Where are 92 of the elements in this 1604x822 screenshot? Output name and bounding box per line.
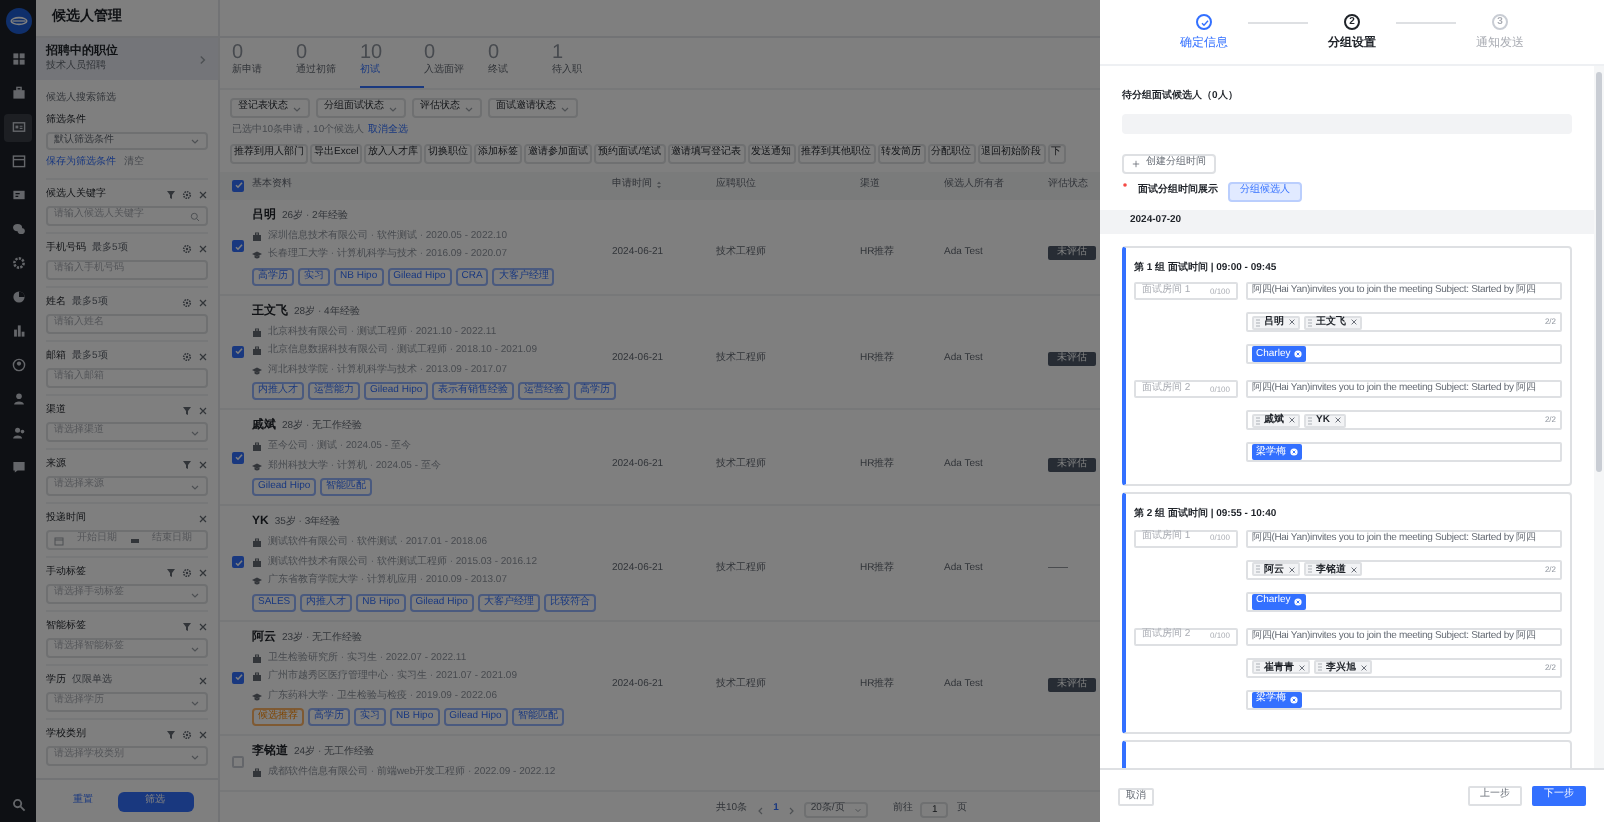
- filter-icon[interactable]: [182, 459, 192, 469]
- user-circle-icon: [11, 358, 25, 372]
- checkmark-icon: [233, 672, 243, 683]
- close-icon[interactable]: [198, 351, 208, 361]
- chevron-down-icon: [464, 103, 474, 113]
- settings-icon[interactable]: [182, 729, 192, 739]
- chevron-down-icon: [190, 589, 200, 599]
- close-icon[interactable]: [1298, 663, 1306, 671]
- close-icon[interactable]: [198, 567, 208, 577]
- graduation-cap-icon: [252, 691, 262, 702]
- card-icon: [11, 188, 25, 202]
- checkbox[interactable]: [232, 756, 244, 769]
- close-icon[interactable]: [198, 513, 208, 523]
- filter-icon[interactable]: [166, 729, 176, 739]
- checkmark-icon: [233, 241, 243, 251]
- sort-icon[interactable]: [654, 180, 664, 190]
- remove-icon[interactable]: [1294, 350, 1303, 358]
- chevron-down-icon: [560, 103, 570, 113]
- pie-chart-icon: [11, 290, 25, 304]
- bar-chart-icon: [11, 324, 25, 338]
- plus-icon: [1132, 159, 1140, 167]
- chevron-left-icon[interactable]: [755, 805, 766, 815]
- chevron-down-icon: [190, 643, 200, 653]
- chevron-down-icon: [190, 136, 200, 146]
- building-icon: [252, 557, 262, 568]
- search-icon: [190, 211, 200, 221]
- filter-icon[interactable]: [182, 621, 192, 631]
- message-icon: [11, 460, 25, 474]
- building-icon: [252, 442, 262, 453]
- building-icon: [252, 327, 262, 338]
- gear-icon: [11, 256, 25, 270]
- chevron-right-icon: [196, 53, 208, 65]
- id-card-icon: [11, 120, 25, 134]
- calendar-icon: [54, 535, 64, 545]
- required-marker-icon: [1122, 181, 1128, 187]
- chevron-down-icon: [190, 751, 200, 761]
- close-icon[interactable]: [1288, 565, 1296, 573]
- close-icon[interactable]: [1288, 416, 1296, 424]
- filter-icon[interactable]: [166, 189, 176, 199]
- nav-item[interactable]: [4, 113, 32, 141]
- close-icon[interactable]: [198, 243, 208, 253]
- chevron-down-icon: [190, 481, 200, 491]
- scrollbar-thumb[interactable]: [1596, 72, 1602, 472]
- checkmark-icon: [233, 557, 243, 568]
- settings-icon[interactable]: [182, 297, 192, 307]
- close-icon[interactable]: [1350, 565, 1358, 573]
- building-icon: [252, 346, 262, 357]
- chevron-down-icon: [292, 103, 302, 113]
- remove-icon[interactable]: [1290, 695, 1298, 703]
- graduation-cap-icon: [252, 576, 262, 587]
- building-icon: [252, 768, 262, 779]
- graduation-cap-icon: [252, 365, 262, 376]
- briefcase-icon: [11, 86, 25, 100]
- chevron-down-icon: [388, 103, 398, 113]
- building-icon: [252, 231, 262, 242]
- filter-icon[interactable]: [182, 405, 192, 415]
- graduation-cap-icon: [252, 250, 262, 261]
- close-icon[interactable]: [198, 675, 208, 685]
- chevron-right-icon[interactable]: [786, 805, 797, 815]
- settings-icon[interactable]: [182, 351, 192, 361]
- building-icon: [252, 672, 262, 683]
- checkmark-icon: [233, 180, 243, 190]
- remove-icon[interactable]: [1290, 448, 1298, 456]
- people-icon: [11, 426, 25, 440]
- close-icon[interactable]: [198, 405, 208, 415]
- chevron-down-icon: [190, 697, 200, 707]
- logo-icon[interactable]: [5, 8, 31, 34]
- chat-icon: [11, 222, 25, 236]
- remove-icon[interactable]: [1294, 597, 1303, 605]
- close-icon[interactable]: [1360, 663, 1368, 671]
- person-icon: [11, 392, 25, 406]
- close-icon[interactable]: [198, 189, 208, 199]
- calendar-icon: [11, 154, 25, 168]
- close-icon[interactable]: [198, 729, 208, 739]
- filter-icon[interactable]: [166, 567, 176, 577]
- chevron-down-icon: [190, 427, 200, 437]
- close-icon[interactable]: [198, 459, 208, 469]
- close-icon[interactable]: [1333, 416, 1342, 424]
- search-icon[interactable]: [11, 798, 25, 812]
- close-icon[interactable]: [198, 297, 208, 307]
- settings-icon[interactable]: [182, 567, 192, 577]
- close-icon[interactable]: [1288, 318, 1296, 326]
- close-icon[interactable]: [198, 621, 208, 631]
- building-icon: [252, 653, 262, 664]
- checkmark-icon: [233, 346, 243, 357]
- checkmark-icon: [233, 452, 243, 462]
- building-icon: [252, 538, 262, 549]
- grid-icon: [11, 52, 25, 66]
- settings-icon[interactable]: [182, 243, 192, 253]
- settings-icon[interactable]: [182, 189, 192, 199]
- graduation-cap-icon: [252, 461, 262, 472]
- close-icon[interactable]: [1350, 318, 1358, 326]
